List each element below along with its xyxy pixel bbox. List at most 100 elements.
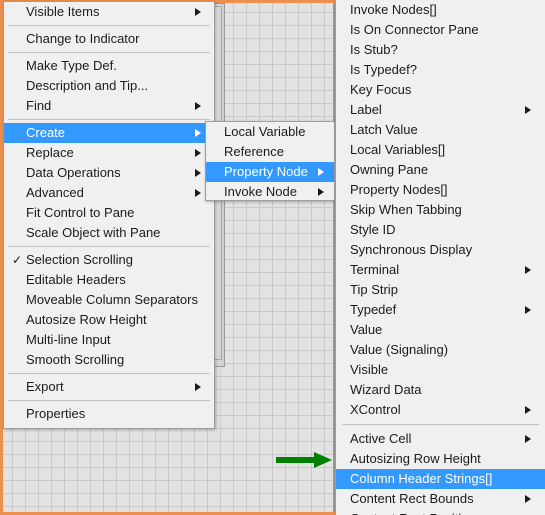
chevron-right-icon <box>525 495 531 503</box>
menu-item-label: Owning Pane <box>350 162 429 177</box>
menu-item-label: Value <box>350 322 383 337</box>
menu-separator <box>342 424 539 425</box>
menu-item-label: Description and Tip... <box>26 78 149 93</box>
menu-item-change-to-indicator[interactable]: Change to Indicator <box>4 29 214 49</box>
menu-separator <box>8 52 210 53</box>
create-submenu[interactable]: Local Variable Reference Property Node Invo… <box>205 121 335 201</box>
menu-item-moveable-column-separators[interactable]: Moveable Column Separators <box>4 290 214 310</box>
menu-item-label: Skip When Tabbing <box>350 202 462 217</box>
menu-item-data-operations[interactable]: Data Operations <box>4 163 214 183</box>
menu-item-invoke-nodes[interactable]: Invoke Nodes[] <box>336 0 545 20</box>
menu-item-label: Selection Scrolling <box>26 252 133 267</box>
menu-item-typedef[interactable]: Typedef <box>336 300 545 320</box>
menu-item-column-header-strings[interactable]: Column Header Strings[] <box>336 469 545 489</box>
menu-item-xcontrol[interactable]: XControl <box>336 400 545 420</box>
menu-item-replace[interactable]: Replace <box>4 143 214 163</box>
menu-item-create[interactable]: Create <box>4 123 214 143</box>
menu-item-label: Value (Signaling) <box>350 342 449 357</box>
menu-item-style-id[interactable]: Style ID <box>336 220 545 240</box>
annotation-arrow-icon <box>276 452 332 468</box>
menu-item-label: Key Focus <box>350 82 412 97</box>
menu-item-latch-value[interactable]: Latch Value <box>336 120 545 140</box>
chevron-right-icon <box>525 306 531 314</box>
menu-item-label: Autosizing Row Height <box>350 451 481 466</box>
menu-item-value-signaling[interactable]: Value (Signaling) <box>336 340 545 360</box>
menu-item-autosizing-row-height[interactable]: Autosizing Row Height <box>336 449 545 469</box>
menu-item-label: Style ID <box>350 222 396 237</box>
menu-item-label[interactable]: Label <box>336 100 545 120</box>
menu-item-active-cell[interactable]: Active Cell <box>336 429 545 449</box>
menu-item-is-on-connector-pane[interactable]: Is On Connector Pane <box>336 20 545 40</box>
menu-item-properties[interactable]: Properties <box>4 404 214 424</box>
menu-separator <box>8 246 210 247</box>
chevron-right-icon <box>195 102 201 110</box>
menu-item-label: Advanced <box>26 185 84 200</box>
menu-item-selection-scrolling[interactable]: ✓ Selection Scrolling <box>4 250 214 270</box>
control-context-menu[interactable]: Visible Items Change to Indicator Make Typ… <box>3 1 215 429</box>
menu-item-autosize-row-height[interactable]: Autosize Row Height <box>4 310 214 330</box>
menu-item-scale-object-with-pane[interactable]: Scale Object with Pane <box>4 223 214 243</box>
chevron-right-icon <box>195 169 201 177</box>
menu-item-fit-control-to-pane[interactable]: Fit Control to Pane <box>4 203 214 223</box>
menu-item-smooth-scrolling[interactable]: Smooth Scrolling <box>4 350 214 370</box>
menu-item-label: Property Nodes[] <box>350 182 448 197</box>
menu-item-local-variables[interactable]: Local Variables[] <box>336 140 545 160</box>
chevron-right-icon <box>525 435 531 443</box>
menu-item-editable-headers[interactable]: Editable Headers <box>4 270 214 290</box>
menu-item-synchronous-display[interactable]: Synchronous Display <box>336 240 545 260</box>
property-node-submenu[interactable]: Invoke Nodes[] Is On Connector Pane Is Stu… <box>335 0 545 515</box>
menu-item-is-stub[interactable]: Is Stub? <box>336 40 545 60</box>
menu-item-label: Invoke Node <box>224 184 297 199</box>
menu-item-visible-items[interactable]: Visible Items <box>4 2 214 22</box>
menu-item-export[interactable]: Export <box>4 377 214 397</box>
menu-item-label: Moveable Column Separators <box>26 292 198 307</box>
chevron-right-icon <box>525 106 531 114</box>
menu-item-skip-when-tabbing[interactable]: Skip When Tabbing <box>336 200 545 220</box>
menu-item-label: Change to Indicator <box>26 31 140 46</box>
menu-item-label: Is Stub? <box>350 42 398 57</box>
menu-item-label: Make Type Def. <box>26 58 117 73</box>
menu-item-tip-strip[interactable]: Tip Strip <box>336 280 545 300</box>
menu-item-make-type-def[interactable]: Make Type Def. <box>4 56 214 76</box>
menu-item-property-node[interactable]: Property Node <box>206 162 334 182</box>
menu-item-is-typedef[interactable]: Is Typedef? <box>336 60 545 80</box>
menu-item-label: Create <box>26 125 66 140</box>
menu-item-label: Label <box>350 102 382 117</box>
menu-separator <box>8 119 210 120</box>
menu-item-label: Is Typedef? <box>350 62 417 77</box>
menu-item-content-rect-bounds[interactable]: Content Rect Bounds <box>336 489 545 509</box>
menu-item-label: Content Rect Bounds <box>350 491 474 506</box>
menu-item-find[interactable]: Find <box>4 96 214 116</box>
menu-item-advanced[interactable]: Advanced <box>4 183 214 203</box>
menu-item-invoke-node[interactable]: Invoke Node <box>206 182 334 202</box>
menu-item-label: Wizard Data <box>350 382 422 397</box>
menu-item-label: Visible Items <box>26 4 100 19</box>
chevron-right-icon <box>195 383 201 391</box>
menu-item-label: Visible <box>350 362 389 377</box>
menu-item-terminal[interactable]: Terminal <box>336 260 545 280</box>
menu-item-label: XControl <box>350 402 401 417</box>
menu-item-reference[interactable]: Reference <box>206 142 334 162</box>
chevron-right-icon <box>525 406 531 414</box>
menu-item-property-nodes[interactable]: Property Nodes[] <box>336 180 545 200</box>
chevron-right-icon <box>318 168 324 176</box>
menu-item-label: Local Variables[] <box>350 142 446 157</box>
menu-item-content-rect-position[interactable]: Content Rect Position <box>336 509 545 515</box>
menu-item-visible[interactable]: Visible <box>336 360 545 380</box>
menu-item-wizard-data[interactable]: Wizard Data <box>336 380 545 400</box>
menu-item-local-variable[interactable]: Local Variable <box>206 122 334 142</box>
menu-item-label: Fit Control to Pane <box>26 205 135 220</box>
menu-item-key-focus[interactable]: Key Focus <box>336 80 545 100</box>
menu-item-label: Autosize Row Height <box>26 312 147 327</box>
menu-item-label: Is On Connector Pane <box>350 22 479 37</box>
menu-item-value[interactable]: Value <box>336 320 545 340</box>
menu-item-owning-pane[interactable]: Owning Pane <box>336 160 545 180</box>
menu-item-label: Terminal <box>350 262 400 277</box>
screenshot-root: Visible Items Change to Indicator Make Typ… <box>0 0 545 515</box>
menu-item-label: Tip Strip <box>350 282 398 297</box>
chevron-right-icon <box>195 189 201 197</box>
menu-item-description-and-tip[interactable]: Description and Tip... <box>4 76 214 96</box>
chevron-right-icon <box>195 8 201 16</box>
menu-item-label: Scale Object with Pane <box>26 225 161 240</box>
menu-item-multi-line-input[interactable]: Multi-line Input <box>4 330 214 350</box>
